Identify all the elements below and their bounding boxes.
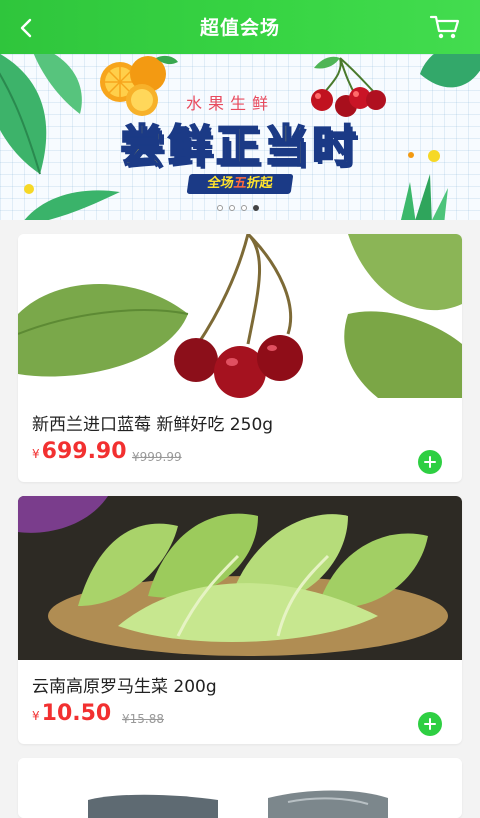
carousel-dot-active[interactable]: [253, 205, 259, 211]
plus-icon: [424, 456, 436, 468]
shopping-cart-icon: [429, 15, 460, 39]
original-price: ¥15.88: [122, 712, 164, 726]
cherry-illustration: [311, 56, 386, 117]
top-nav-bar: 超值会场: [0, 0, 480, 54]
carousel-dot[interactable]: [229, 205, 235, 211]
price-value: 10.50: [41, 701, 112, 726]
carousel-dot[interactable]: [217, 205, 223, 211]
promo-banner[interactable]: 水果生鲜 尝鲜正当时 全场五折起: [0, 54, 480, 220]
leaf-decoration: [24, 190, 120, 220]
product-card[interactable]: 新西兰进口蓝莓 新鲜好吃 250g ¥ 699.90 ¥999.99: [18, 234, 462, 482]
product-image: [18, 234, 462, 398]
product-image: [18, 758, 462, 818]
add-to-cart-button[interactable]: [418, 712, 442, 736]
carousel-dot[interactable]: [241, 205, 247, 211]
product-price: ¥ 699.90: [32, 439, 127, 464]
page-title: 超值会场: [199, 17, 280, 39]
grass-decoration: [400, 174, 448, 220]
carousel-indicator: [217, 205, 259, 211]
currency-symbol: ¥: [32, 709, 40, 723]
add-to-cart-button[interactable]: [418, 450, 442, 474]
promo-text: 全场: [206, 176, 235, 191]
product-price: ¥ 10.50: [32, 701, 111, 726]
price-value: 699.90: [41, 439, 127, 464]
banner-promo-tag: 全场五折起: [186, 174, 294, 194]
product-name[interactable]: 云南高原罗马生菜 200g: [32, 672, 217, 697]
product-card[interactable]: 云南高原罗马生菜 200g ¥ 10.50 ¥15.88: [18, 496, 462, 744]
cart-button[interactable]: [428, 12, 462, 42]
currency-symbol: ¥: [32, 447, 40, 461]
banner-title: 尝鲜正当时: [119, 120, 360, 173]
product-image: [18, 496, 462, 660]
promo-text: 折起: [245, 176, 274, 191]
product-card[interactable]: [18, 758, 462, 818]
original-price: ¥999.99: [132, 450, 182, 464]
orange-illustration: [100, 55, 178, 116]
product-name[interactable]: 新西兰进口蓝莓 新鲜好吃 250g: [32, 410, 273, 435]
dot-decoration: [24, 184, 34, 194]
plus-icon: [424, 718, 436, 730]
